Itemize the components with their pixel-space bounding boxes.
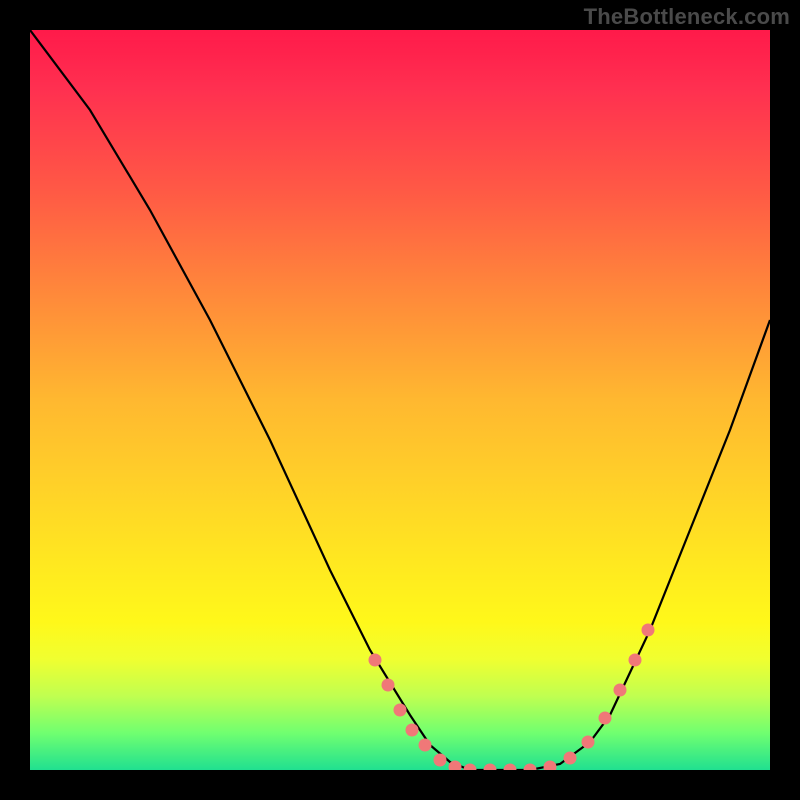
data-marker [419,739,432,752]
data-marker [382,679,395,692]
data-marker [614,684,627,697]
data-marker [504,764,517,771]
marker-group [369,624,655,771]
data-marker [582,736,595,749]
data-marker [369,654,382,667]
data-marker [524,764,537,771]
watermark-text: TheBottleneck.com [584,4,790,30]
data-marker [484,764,497,771]
data-marker [434,754,447,767]
data-marker [544,761,557,771]
chart-container: TheBottleneck.com [0,0,800,800]
bottleneck-curve [30,30,770,770]
data-marker [564,752,577,765]
data-marker [464,764,477,771]
data-marker [406,724,419,737]
data-marker [629,654,642,667]
data-marker [394,704,407,717]
plot-area [30,30,770,770]
data-marker [642,624,655,637]
curve-svg [30,30,770,770]
data-marker [599,712,612,725]
